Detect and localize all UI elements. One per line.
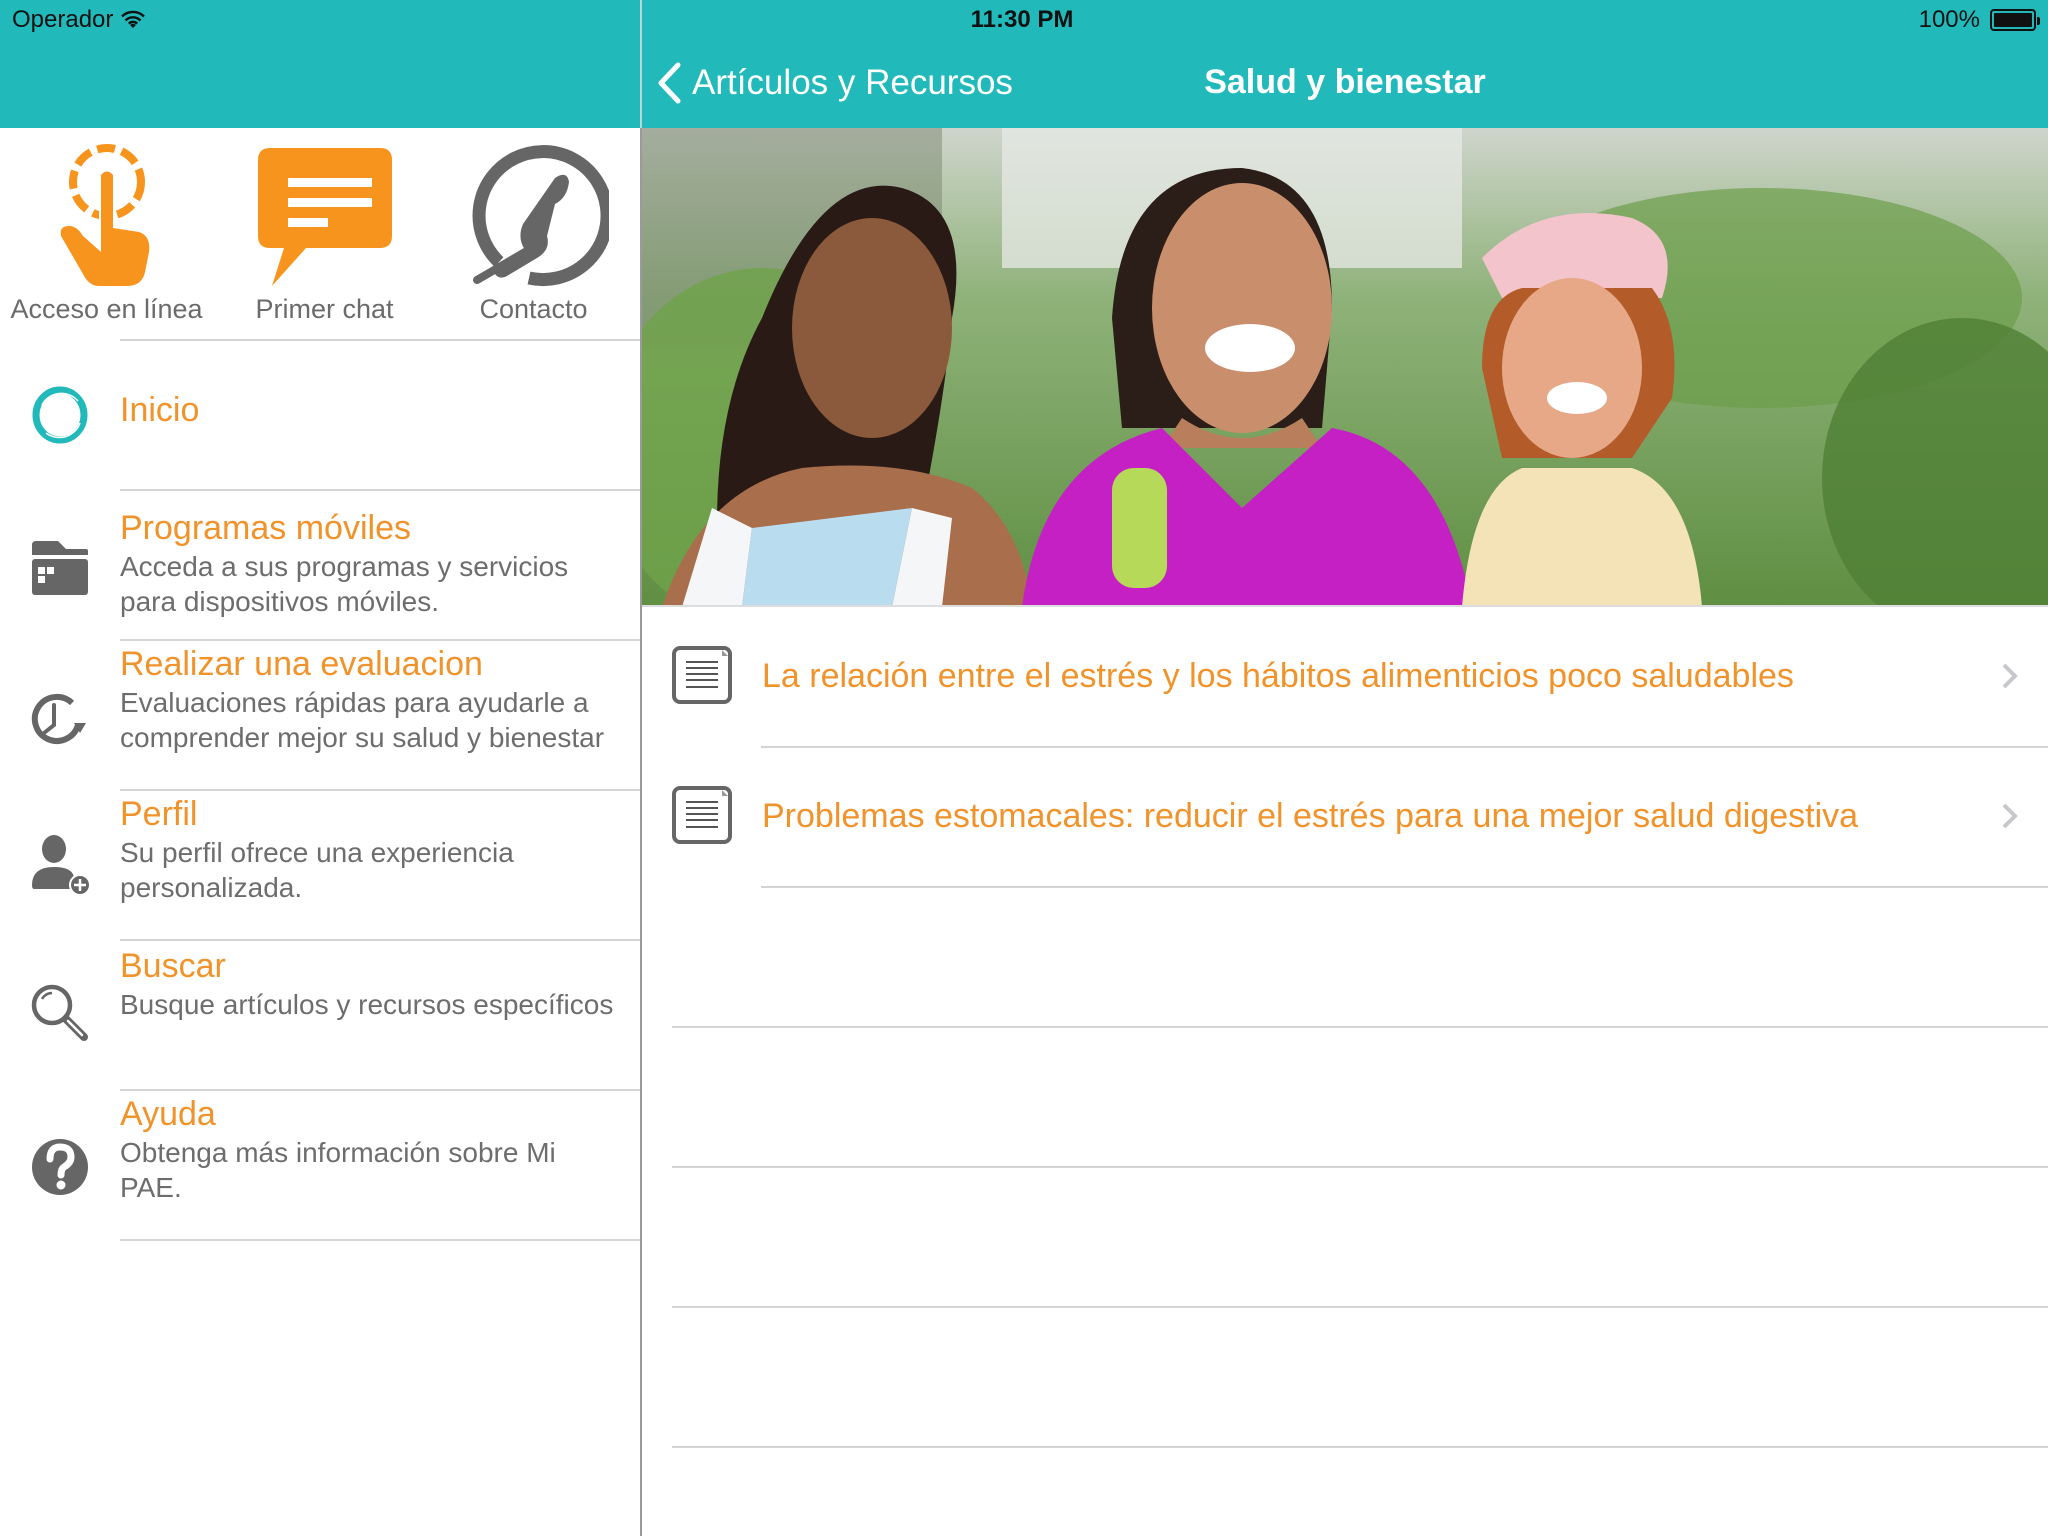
article-title: La relación entre el estrés y los hábito… — [762, 657, 1794, 695]
clock-refresh-icon — [31, 694, 86, 744]
menu-description: Obtenga más información sobre Mi PAE. — [120, 1137, 556, 1203]
sidebar-item-programas-moviles[interactable]: Programas móviles Acceda a sus programas… — [0, 491, 640, 639]
sidebar-item-buscar[interactable]: Buscar Busque artículos y recursos espec… — [0, 941, 640, 1089]
battery-fill — [1994, 13, 2032, 27]
sidebar-item-perfil[interactable]: Perfil Su perfil ofrece una experiencia … — [0, 791, 640, 939]
sidebar: Acceso en línea Primer chat Contacto Ini… — [0, 128, 640, 1536]
document-icon — [672, 786, 732, 844]
empty-row-separator — [672, 1166, 2048, 1168]
chevron-right-icon — [2002, 663, 2018, 689]
menu-description: Acceda a sus programas y servicios para … — [120, 551, 569, 617]
search-icon — [31, 984, 88, 1041]
menu-title: Programas móviles — [120, 509, 411, 547]
chevron-right-icon — [2002, 803, 2018, 829]
quick-action-first-chat[interactable]: Primer chat — [218, 128, 431, 338]
menu-title: Realizar una evaluacion — [120, 645, 483, 683]
chat-bubble-icon — [257, 148, 392, 286]
split-divider — [640, 0, 642, 1536]
page-title: Salud y bienestar — [1204, 63, 1486, 101]
phone-icon — [472, 145, 609, 287]
user-add-icon — [32, 835, 91, 896]
battery-icon — [1990, 9, 2040, 31]
back-label: Artículos y Recursos — [692, 63, 1013, 102]
menu-title: Ayuda — [120, 1095, 216, 1133]
separator — [120, 1239, 640, 1241]
quick-action-label: Primer chat — [255, 294, 394, 324]
quick-action-label: Contacto — [479, 294, 588, 324]
chevron-left-icon — [658, 62, 681, 104]
article-row[interactable]: La relación entre el estrés y los hábito… — [642, 607, 2048, 747]
back-button[interactable]: Artículos y Recursos — [656, 62, 1013, 104]
menu-description: Su perfil ofrece una experiencia persona… — [120, 837, 514, 903]
document-icon — [672, 646, 732, 704]
quick-action-online-access[interactable]: Acceso en línea — [0, 128, 213, 338]
split-divider-top — [640, 0, 642, 128]
header-bar: Operador 11:30 PM 100% Artículos y Recur… — [0, 0, 2048, 128]
menu-description: Evaluaciones rápidas para ayudarle a com… — [120, 687, 605, 753]
menu-title: Inicio — [120, 391, 200, 429]
separator — [761, 886, 2048, 888]
article-title: Problemas estomacales: reducir el estrés… — [762, 797, 1859, 835]
menu-title: Buscar — [120, 947, 226, 985]
status-battery: 100% — [1918, 6, 2040, 34]
touch-hand-icon — [60, 144, 149, 286]
empty-row-separator — [672, 1026, 2048, 1028]
folder-apps-icon — [32, 541, 88, 595]
battery-percent: 100% — [1918, 6, 1980, 33]
home-ring-icon — [32, 386, 88, 444]
sidebar-item-ayuda[interactable]: Ayuda Obtenga más información sobre Mi P… — [0, 1091, 640, 1239]
time-label: 11:30 PM — [970, 6, 1074, 33]
menu-title: Perfil — [120, 795, 198, 833]
quick-action-contact[interactable]: Contacto — [427, 128, 640, 338]
article-row[interactable]: Problemas estomacales: reducir el estrés… — [642, 747, 2048, 887]
status-time: 11:30 PM — [0, 6, 2048, 34]
help-icon — [32, 1139, 88, 1195]
hero-image — [642, 128, 2048, 607]
menu-description: Busque artículos y recursos específicos — [120, 989, 614, 1020]
sidebar-item-evaluacion[interactable]: Realizar una evaluacion Evaluaciones ráp… — [0, 641, 640, 789]
hero-photo — [642, 128, 2048, 607]
empty-row-separator — [672, 1306, 2048, 1308]
sidebar-item-inicio[interactable]: Inicio — [0, 341, 640, 489]
empty-row-separator — [672, 1446, 2048, 1448]
quick-action-label: Acceso en línea — [10, 294, 203, 324]
